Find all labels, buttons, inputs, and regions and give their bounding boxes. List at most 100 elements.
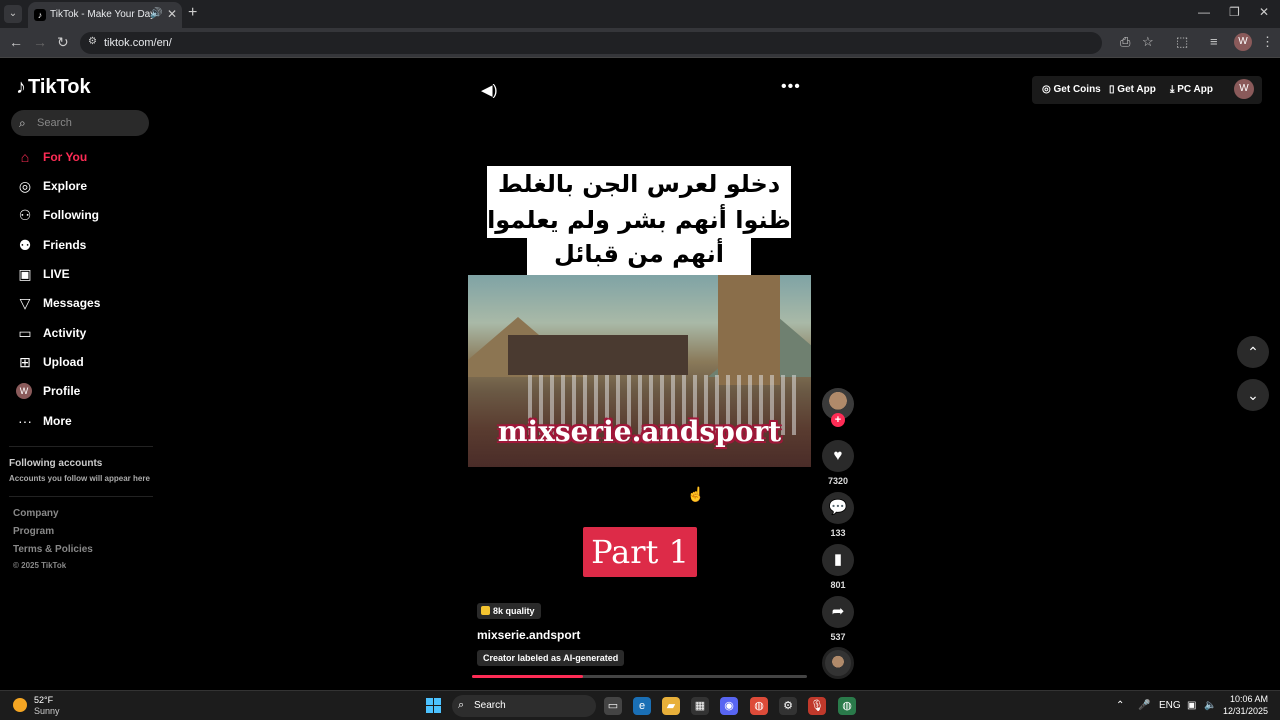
- share-button[interactable]: ➦: [822, 596, 854, 628]
- more-options-icon[interactable]: •••: [781, 78, 801, 96]
- language-indicator[interactable]: ENG: [1159, 700, 1181, 711]
- get-app-button[interactable]: ▯ Get App: [1109, 84, 1156, 95]
- sidebar-item-label: Upload: [43, 355, 84, 369]
- volume-icon[interactable]: 🔈: [1204, 700, 1216, 711]
- comment-button[interactable]: 💬: [822, 492, 854, 524]
- sun-icon[interactable]: [13, 698, 27, 712]
- save-count: 801: [830, 580, 846, 590]
- volume-icon[interactable]: ◀): [481, 81, 498, 99]
- get-coins-button[interactable]: ◎ Get Coins: [1042, 84, 1101, 95]
- tab-title: TikTok - Make Your Day: [50, 9, 156, 20]
- chrome-icon[interactable]: ◍: [750, 697, 768, 715]
- sidebar-item-following[interactable]: ⚇ Following: [16, 205, 156, 227]
- tab-search-icon[interactable]: ⌄: [4, 5, 22, 23]
- more-icon: ···: [18, 413, 32, 429]
- sidebar-item-profile[interactable]: W Profile: [16, 381, 156, 403]
- avatar-icon: W: [16, 383, 32, 399]
- footer-link-company[interactable]: Company: [13, 508, 59, 519]
- video-progress-fill: [472, 675, 583, 678]
- new-tab-icon[interactable]: +: [188, 4, 197, 22]
- chevron-down-icon: ⌄: [1247, 387, 1259, 403]
- url-field[interactable]: ⚙ tiktok.com/en/: [80, 32, 1102, 54]
- sidebar-item-label: More: [43, 414, 72, 428]
- network-icon[interactable]: ▣: [1187, 700, 1196, 711]
- sidebar-item-upload[interactable]: ⊞ Upload: [16, 352, 156, 374]
- sidebar-divider: [9, 496, 153, 497]
- sidebar-item-for-you[interactable]: ⌂ For You: [16, 147, 156, 169]
- back-icon[interactable]: ←: [9, 34, 23, 50]
- tab-audio-icon[interactable]: 🔊: [150, 8, 162, 19]
- clock-date[interactable]: 12/31/2025: [1218, 706, 1268, 716]
- chrome-active-icon[interactable]: ◍: [838, 697, 856, 715]
- tab-close-icon[interactable]: ✕: [167, 7, 177, 21]
- tray-chevron-icon[interactable]: ⌃: [1116, 700, 1124, 711]
- taskbar-search[interactable]: ⌕ Search: [452, 695, 596, 717]
- sidebar-item-label: Activity: [43, 326, 87, 340]
- comment-count: 133: [830, 528, 846, 538]
- clock-time[interactable]: 10:06 AM: [1228, 694, 1268, 704]
- weather-desc[interactable]: Sunny: [34, 706, 60, 716]
- logo-text: TikTok: [28, 76, 91, 98]
- extensions-icon[interactable]: ⬚: [1176, 34, 1188, 50]
- browser-menu-icon[interactable]: ⋮: [1261, 34, 1274, 50]
- weather-temp[interactable]: 52°F: [34, 695, 53, 705]
- sidebar-item-messages[interactable]: ▽ Messages: [16, 293, 156, 315]
- chevron-up-icon: ⌃: [1247, 344, 1259, 360]
- file-explorer-icon[interactable]: ▰: [662, 697, 680, 715]
- search-placeholder: Search: [37, 117, 72, 129]
- next-video-button[interactable]: ⌄: [1237, 379, 1269, 411]
- follow-plus-icon[interactable]: +: [831, 413, 845, 427]
- video-author[interactable]: mixserie.andsport: [477, 628, 580, 642]
- compass-icon: ◎: [18, 178, 32, 194]
- sidebar-item-activity[interactable]: ▭ Activity: [16, 323, 156, 345]
- tiktok-logo[interactable]: ♪ TikTok: [16, 76, 91, 99]
- sidebar-item-label: Following: [43, 208, 99, 222]
- save-button[interactable]: ▮: [822, 544, 854, 576]
- pc-app-button[interactable]: ⤓ PC App: [1170, 84, 1213, 95]
- sidebar-item-label: Explore: [43, 179, 88, 193]
- sidebar-item-friends[interactable]: ⚉ Friends: [16, 235, 156, 257]
- site-info-icon[interactable]: ⚙: [88, 36, 97, 47]
- edge-icon[interactable]: e: [633, 697, 651, 715]
- sidebar-item-more[interactable]: ··· More: [16, 411, 156, 433]
- sidebar-item-label: Friends: [43, 238, 87, 252]
- top-right-actions: ◎ Get Coins ▯ Get App ⤓ PC App W: [1032, 76, 1262, 104]
- window-close-icon[interactable]: ✕: [1259, 5, 1269, 19]
- forward-icon[interactable]: →: [33, 34, 47, 50]
- store-icon[interactable]: ▦: [691, 697, 709, 715]
- activity-icon: ▭: [18, 325, 32, 341]
- share-icon: ➦: [831, 603, 845, 620]
- task-view-icon[interactable]: ▭: [604, 697, 622, 715]
- footer-link-terms[interactable]: Terms & Policies: [13, 544, 93, 555]
- microphone-app-icon[interactable]: 🎙: [808, 697, 826, 715]
- bookmark-star-icon[interactable]: ☆: [1142, 34, 1154, 50]
- microphone-icon[interactable]: 🎤: [1138, 700, 1150, 711]
- url-text[interactable]: tiktok.com/en/: [104, 37, 172, 49]
- sidebar-divider: [9, 446, 153, 447]
- following-accounts-subtitle: Accounts you follow will appear here: [9, 474, 150, 483]
- install-app-icon[interactable]: ⎙: [1120, 34, 1130, 50]
- music-disc[interactable]: [822, 647, 854, 679]
- reload-icon[interactable]: ↻: [57, 34, 69, 51]
- sidebar-item-explore[interactable]: ◎ Explore: [16, 176, 156, 198]
- previous-video-button[interactable]: ⌃: [1237, 336, 1269, 368]
- coin-icon: ◎: [1042, 84, 1051, 95]
- footer-link-program[interactable]: Program: [13, 526, 54, 537]
- address-bar: ← → ↻ ⚙ tiktok.com/en/ ⎙ ☆ ⬚ ≡ W ⋮: [0, 28, 1280, 58]
- get-app-label: Get App: [1117, 84, 1156, 95]
- user-avatar[interactable]: W: [1234, 79, 1254, 99]
- video-progress-bar[interactable]: [472, 675, 807, 678]
- browser-tab[interactable]: ♪ TikTok - Make Your Day 🔊 ✕: [28, 2, 182, 28]
- sidebar-item-label: Messages: [43, 296, 101, 310]
- browser-profile-avatar[interactable]: W: [1234, 33, 1252, 51]
- search-input[interactable]: ⌕ Search: [11, 110, 149, 136]
- media-controls-icon[interactable]: ≡: [1210, 34, 1218, 49]
- browser-tab-bar: ⌄ ♪ TikTok - Make Your Day 🔊 ✕ + — ❐ ✕: [0, 0, 1280, 28]
- like-button[interactable]: ♥: [822, 440, 854, 472]
- discord-icon[interactable]: ◉: [720, 697, 738, 715]
- sidebar-item-live[interactable]: ▣ LIVE: [16, 264, 156, 286]
- maximize-icon[interactable]: ❐: [1229, 5, 1240, 19]
- minimize-icon[interactable]: —: [1198, 5, 1210, 19]
- video-player[interactable]: mixserie.andsport: [468, 275, 811, 467]
- app-icon[interactable]: ⚙: [779, 697, 797, 715]
